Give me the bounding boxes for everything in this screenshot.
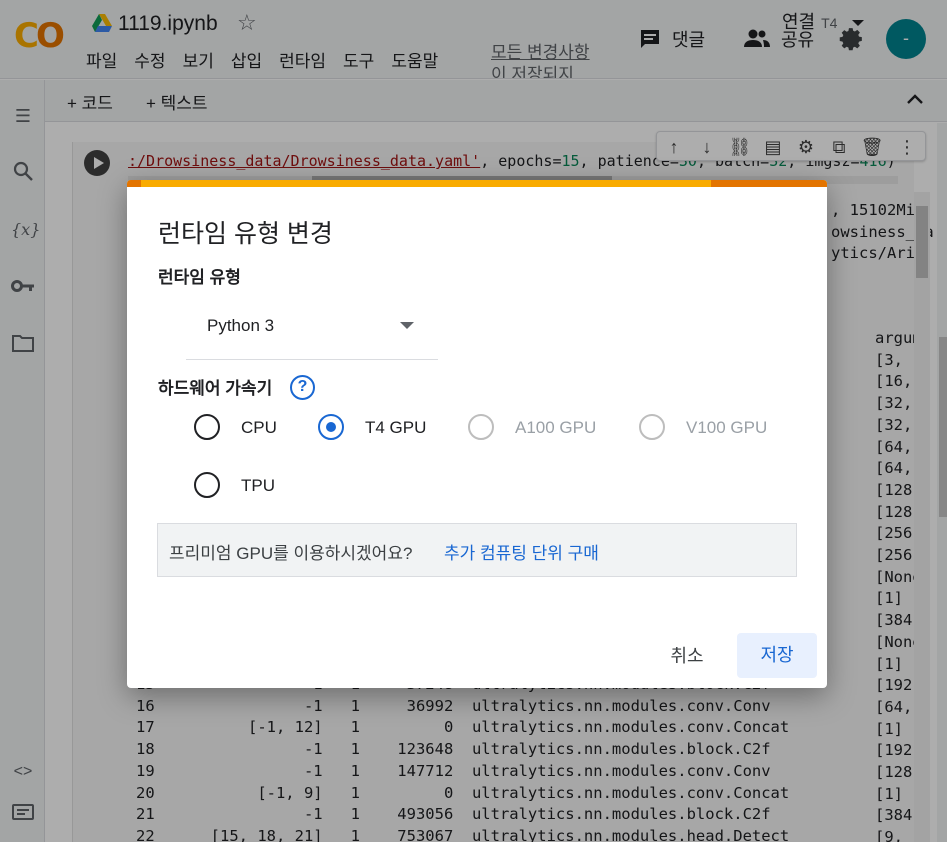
radio-t4-gpu-label[interactable]: T4 GPU <box>365 418 426 438</box>
colab-window: CO 1119.ipynb ☆ 파일 수정 보기 삽입 런타임 도구 도움말 모… <box>0 0 947 842</box>
change-runtime-dialog: 런타임 유형 변경 런타임 유형 Python 3 하드웨어 가속기 ? CPU… <box>127 180 827 688</box>
cancel-button[interactable]: 취소 <box>657 636 717 676</box>
radio-v100-gpu-label: V100 GPU <box>686 418 768 437</box>
radio-t4-gpu[interactable] <box>318 414 344 440</box>
premium-gpu-text: 프리미엄 GPU를 이용하시겠어요? <box>169 544 413 563</box>
save-button[interactable]: 저장 <box>737 633 817 678</box>
dialog-title: 런타임 유형 변경 <box>158 220 333 248</box>
radio-cpu[interactable] <box>194 414 220 440</box>
radio-a100-gpu-label: A100 GPU <box>515 418 597 437</box>
buy-compute-units-link[interactable]: 추가 컴퓨팅 단위 구매 <box>444 539 599 564</box>
runtime-type-label: 런타임 유형 <box>158 268 241 287</box>
hardware-accelerator-label: 하드웨어 가속기 <box>158 379 273 398</box>
radio-v100-gpu <box>639 414 665 440</box>
dropdown-arrow-icon <box>400 322 414 329</box>
radio-a100-gpu <box>468 414 494 440</box>
premium-gpu-banner: 프리미엄 GPU를 이용하시겠어요? 추가 컴퓨팅 단위 구매 <box>157 523 797 577</box>
dialog-accent-bar <box>127 180 827 187</box>
runtime-type-select[interactable]: Python 3 <box>186 300 438 360</box>
radio-tpu[interactable] <box>194 472 220 498</box>
help-icon[interactable]: ? <box>290 375 315 400</box>
radio-cpu-label[interactable]: CPU <box>241 418 277 438</box>
runtime-type-value: Python 3 <box>207 316 275 335</box>
radio-tpu-label[interactable]: TPU <box>241 476 275 496</box>
